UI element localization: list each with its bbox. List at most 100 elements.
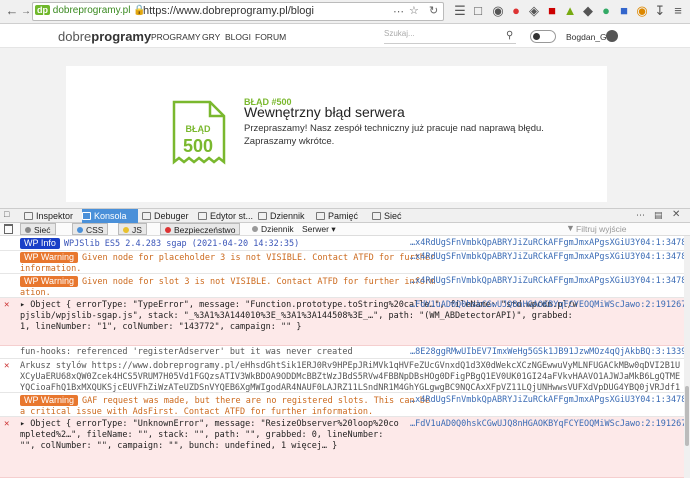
console-output: WP Info WPJSlib ES5 2.4.283 sgap (2021-04… xyxy=(0,236,690,478)
log-source-link[interactable]: …8E28ggRMwUIbEV7ImxWeHg5GSk1JB91JzwMOz4q… xyxy=(410,347,684,358)
filter-css[interactable]: CSS xyxy=(72,223,109,235)
tab-inspector[interactable]: Inspektor xyxy=(24,209,80,223)
page-actions-icon[interactable]: ⋯ xyxy=(393,5,404,18)
filter-label: CSS xyxy=(86,225,104,235)
site-identity[interactable]: dp dobreprogramy.pl xyxy=(35,5,130,19)
download-icon[interactable]: ↧ xyxy=(652,3,668,19)
filter-logging[interactable]: Dziennik xyxy=(248,223,298,235)
log-source-link[interactable]: …x4RdUgSFnVmbkQpABRYJiZuRCkAFFgmJmxAPgsX… xyxy=(410,395,684,406)
options-icon[interactable]: ⋯ xyxy=(636,210,645,221)
nav-programy[interactable]: PROGRAMY xyxy=(151,32,201,42)
extension-7-icon[interactable]: ● xyxy=(598,3,614,19)
reload-icon[interactable]: ↻ xyxy=(429,4,438,17)
extension-4-icon[interactable]: ■ xyxy=(544,3,560,19)
error-icon: ✕ xyxy=(4,419,10,429)
close-icon[interactable]: ✕ xyxy=(672,209,680,220)
filter-server[interactable]: Serwer ▾ xyxy=(298,223,340,235)
extension-3-icon[interactable]: ◈ xyxy=(526,3,542,19)
filter-label: Serwer xyxy=(302,224,329,234)
log-text: fun-hooks: referenced 'registerAdserver'… xyxy=(20,347,353,357)
tab-console[interactable]: Konsola xyxy=(82,209,138,223)
log-row-warning: WP Warning Given node for placeholder 3 i… xyxy=(0,251,684,274)
clear-console-icon[interactable] xyxy=(4,224,13,234)
log-text: Arkusz stylów https://www.dobreprogramy.… xyxy=(20,361,681,393)
filter-label: Dziennik xyxy=(261,224,294,234)
info-icon: ✕ xyxy=(4,361,10,371)
log-source-link[interactable]: …x4RdUgSFnVmbkQpABRYJiZuRCkAFFgmJmxAPgsX… xyxy=(410,252,684,263)
log-text: Given node for placeholder 3 is not VISI… xyxy=(20,253,441,274)
tab-performance[interactable]: Dziennik xyxy=(258,209,310,223)
library-icon[interactable]: ☰ xyxy=(452,3,468,19)
filter-label: JS xyxy=(132,225,142,235)
filter-label: Sieć xyxy=(34,225,51,235)
filter-icon: ▼ xyxy=(566,223,575,233)
bookmark-star-icon[interactable]: ☆ xyxy=(409,4,419,17)
log-source-link[interactable]: …FdV1uAD0Q0hskCGwUJQ8nHGAOKBYqFCYEOQMiWS… xyxy=(410,419,684,430)
tab-label: Konsola xyxy=(94,211,127,221)
error-message-line-1: Przepraszamy! Nasz zespół techniczny już… xyxy=(244,123,544,134)
filter-input[interactable]: Filtruj wyjście xyxy=(576,224,627,234)
extension-2-icon[interactable]: ● xyxy=(508,3,524,19)
log-source-link[interactable]: …x4RdUgSFnVmbkQpABRYJiZuRCkAFFgmJmxAPgsX… xyxy=(410,276,684,287)
log-source-link[interactable]: …x4RdUgSFnVmbkQpABRYJiZuRCkAFFgmJmxAPgsX… xyxy=(410,238,684,249)
log-row-warning: WP Warning GAF request was made, but ther… xyxy=(0,393,684,417)
dark-mode-toggle[interactable] xyxy=(530,30,556,43)
log-source-link[interactable]: …FdV1uAD0Q0hskCGwUJQ8nHGAOKBYqFCYEOQMiWS… xyxy=(410,300,684,311)
scrollbar-thumb[interactable] xyxy=(685,386,689,446)
site-logo[interactable]: dobreprogramy xyxy=(58,29,151,44)
search-icon[interactable]: ⚲ xyxy=(506,30,513,41)
console-scrollbar[interactable] xyxy=(684,236,690,478)
site-identity-label: dobreprogramy.pl xyxy=(52,5,131,16)
error-doc-code: 500 xyxy=(183,136,213,156)
log-text: GAF request was made, but there are no r… xyxy=(20,396,436,417)
filter-dot xyxy=(77,227,83,233)
error-message: Przepraszamy! Nasz zespół techniczny już… xyxy=(244,122,544,148)
extension-1-icon[interactable]: ◉ xyxy=(490,3,506,19)
log-badge: WP Warning xyxy=(20,395,79,406)
nav-gry[interactable]: GRY xyxy=(202,32,220,42)
log-row: fun-hooks: referenced 'registerAdserver'… xyxy=(0,346,684,359)
extension-9-icon[interactable]: ◉ xyxy=(634,3,650,19)
search-placeholder: Szukaj... xyxy=(384,29,415,38)
pick-element-icon[interactable]: □ xyxy=(4,209,9,219)
log-text: Given node for slot 3 is not VISIBLE. Co… xyxy=(20,277,436,298)
log-object[interactable]: ▸ Object { errorType: "UnknownError", me… xyxy=(20,419,400,452)
filter-dot xyxy=(252,226,258,232)
log-badge: WP Info xyxy=(20,238,60,249)
search-input[interactable]: Szukaj... xyxy=(384,29,516,44)
console-icon xyxy=(82,212,91,220)
extension-8-icon[interactable]: ■ xyxy=(616,3,632,19)
log-message: WP Warning GAF request was made, but ther… xyxy=(20,395,438,417)
tab-network[interactable]: Sieć xyxy=(372,209,412,223)
console-filter-bar: Sieć CSS JS Bezpieczeństwo Dziennik Serw… xyxy=(0,223,690,236)
sidebar-icon[interactable]: □ xyxy=(470,3,486,19)
extension-6-icon[interactable]: ◆ xyxy=(580,3,596,19)
memory-icon xyxy=(316,212,325,220)
error-message-line-2: Zapraszamy wkrótce. xyxy=(244,136,335,147)
log-badge: WP Warning xyxy=(20,252,79,263)
tab-memory[interactable]: Pamięć xyxy=(316,209,364,223)
log-row-warning: WP Warning Given node for slot 3 is not V… xyxy=(0,274,684,298)
log-message: WP Info WPJSlib ES5 2.4.283 sgap (2021-04… xyxy=(20,238,438,250)
avatar[interactable] xyxy=(606,30,618,42)
nav-blogi[interactable]: BLOGI xyxy=(225,32,251,42)
log-row-error: ✕ ▸ Object { errorType: "UnknownError", … xyxy=(0,417,684,478)
url-input[interactable]: dp dobreprogramy.pl 🔒 https://www.dobrep… xyxy=(32,2,444,21)
log-text: WPJSlib ES5 2.4.283 sgap (2021-04-20 14:… xyxy=(63,239,300,249)
tab-label: Debuger xyxy=(154,211,189,221)
toggle-knob xyxy=(533,33,540,40)
site-header: dobreprogramy PROGRAMY GRY BLOGI FORUM S… xyxy=(0,24,690,48)
error-icon: ✕ xyxy=(4,300,10,310)
tab-style-editor[interactable]: Edytor st... xyxy=(198,209,256,223)
menu-icon[interactable]: ≡ xyxy=(670,3,686,19)
tab-label: Pamięć xyxy=(328,211,359,221)
filter-network[interactable]: Sieć xyxy=(20,223,56,235)
dock-icon[interactable]: ▤ xyxy=(654,210,663,221)
filter-security[interactable]: Bezpieczeństwo xyxy=(160,223,241,235)
extension-5-icon[interactable]: ▲ xyxy=(562,3,578,19)
filter-js[interactable]: JS xyxy=(118,223,147,235)
tab-debugger[interactable]: Debuger xyxy=(142,209,196,223)
nav-forum[interactable]: FORUM xyxy=(255,32,286,42)
username[interactable]: Bogdan_G xyxy=(566,32,607,42)
log-row-info: WP Info WPJSlib ES5 2.4.283 sgap (2021-04… xyxy=(0,236,684,251)
